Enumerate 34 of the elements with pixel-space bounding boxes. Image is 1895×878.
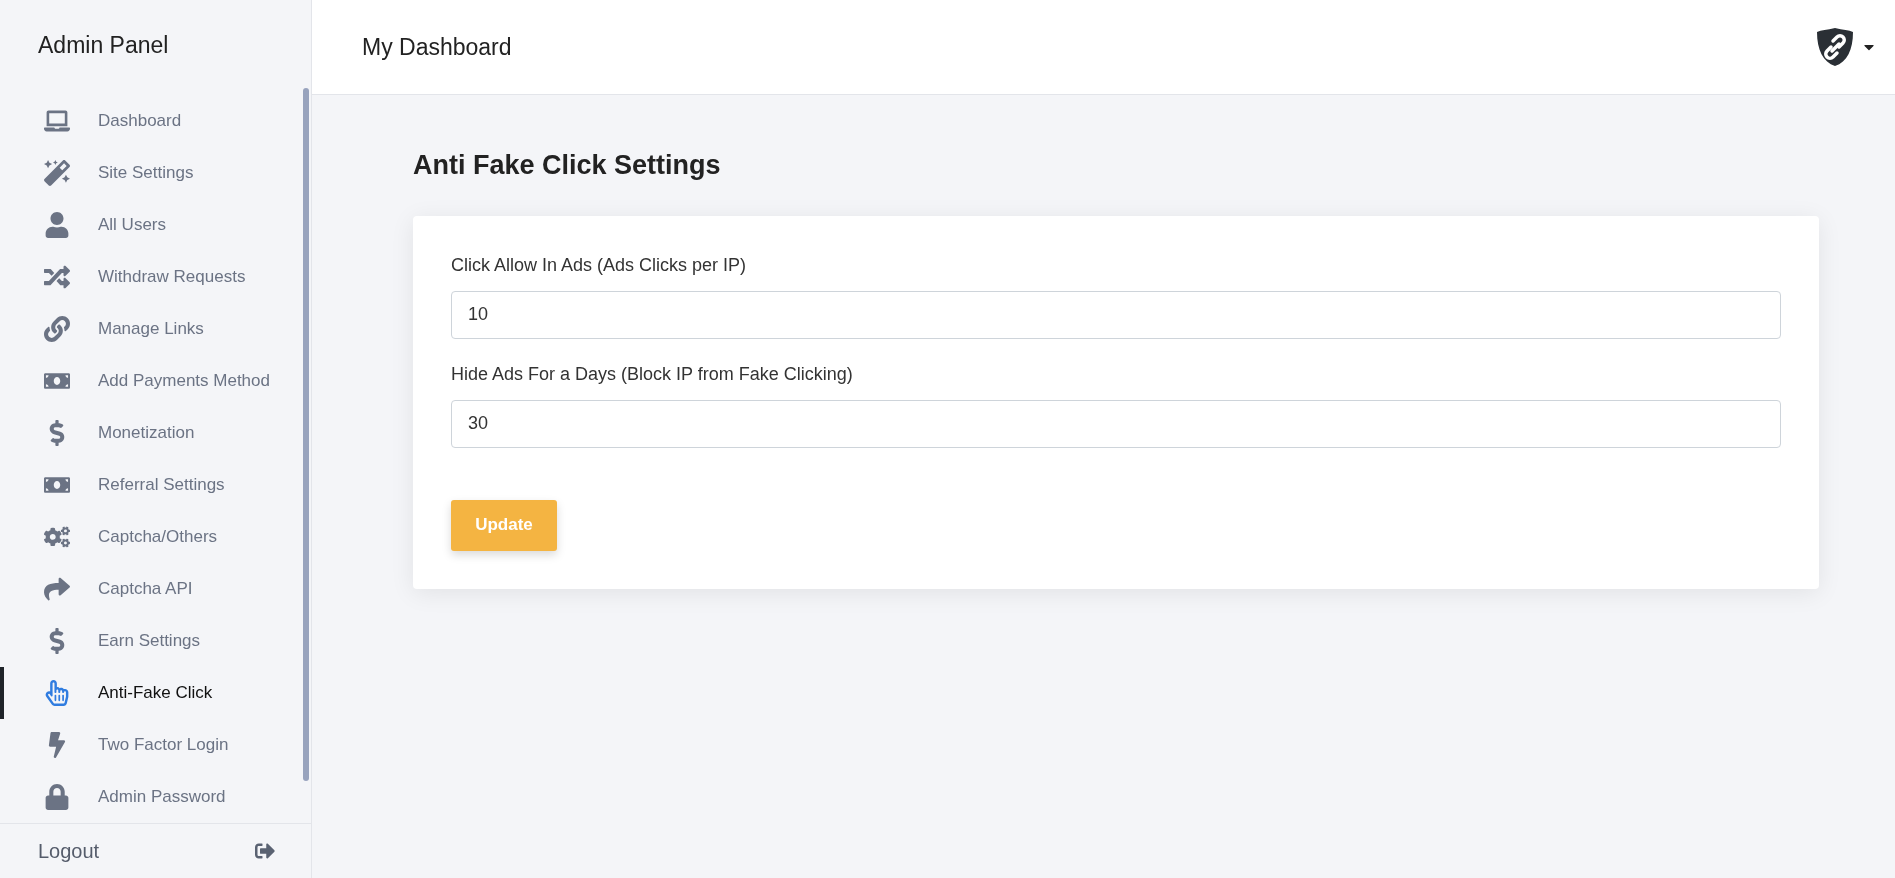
sidebar-item[interactable]: Manage Links <box>0 303 311 355</box>
field-label: Hide Ads For a Days (Block IP from Fake Clicking) <box>451 362 854 386</box>
page-title: My Dashboard <box>362 32 512 62</box>
sidebar-item[interactable]: Monetization <box>0 407 311 459</box>
sidebar-item[interactable]: Earn Settings <box>0 615 311 667</box>
sidebar-item[interactable]: Captcha API <box>0 563 311 615</box>
field-label: Click Allow In Ads (Ads Clicks per IP) <box>451 253 748 277</box>
magic-wand-icon <box>44 160 70 186</box>
sidebar-item[interactable]: Two Factor Login <box>0 719 311 771</box>
sidebar-item[interactable]: All Users <box>0 199 311 251</box>
input-field[interactable]: 10 <box>451 290 1781 339</box>
section-heading: Anti Fake Click Settings <box>413 149 722 182</box>
logout-icon[interactable] <box>255 841 275 861</box>
sidebar-item[interactable]: Referral Settings <box>0 459 311 511</box>
input-field[interactable]: 30 <box>451 399 1781 448</box>
link-icon <box>44 316 70 342</box>
sidebar-item[interactable]: Withdraw Requests <box>0 251 311 303</box>
user-icon <box>44 212 70 238</box>
share-arrow-icon <box>44 576 70 602</box>
sidebar-title: Admin Panel <box>38 31 169 61</box>
sidebar-item[interactable]: Captcha/Others <box>0 511 311 563</box>
sidebar-item[interactable]: Admin Password <box>0 771 311 823</box>
pointing-hand-icon <box>44 680 70 706</box>
shuffle-icon <box>44 264 70 290</box>
lock-icon <box>44 784 70 810</box>
shield-link-icon <box>1815 26 1855 68</box>
laptop-icon <box>44 108 70 134</box>
sidebar-item[interactable]: Dashboard <box>0 95 311 147</box>
gears-icon <box>44 524 70 550</box>
logout-link[interactable]: Logout <box>38 836 100 866</box>
sidebar-item[interactable]: Add Payments Method <box>0 355 311 407</box>
sidebar-item[interactable]: Site Settings <box>0 147 311 199</box>
sidebar-item[interactable]: Anti-Fake Click <box>0 667 311 719</box>
profile-menu-button[interactable] <box>1815 26 1877 68</box>
